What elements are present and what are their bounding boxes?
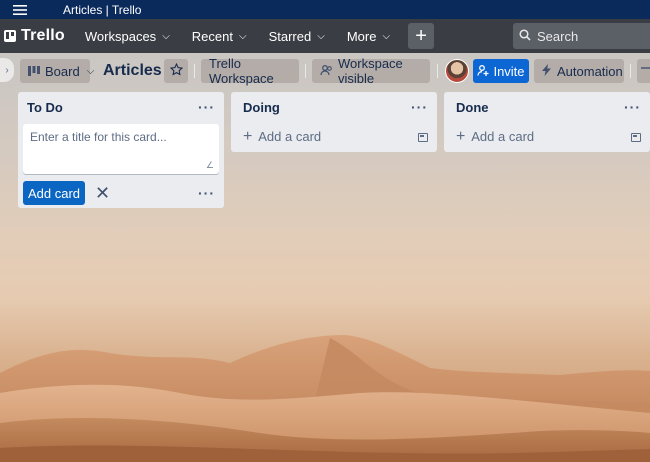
board-title[interactable]: Articles [103, 62, 162, 80]
chevron-down-icon: ⌵ [238, 30, 247, 42]
list-header[interactable]: Done ··· [444, 92, 650, 122]
hamburger-menu-icon[interactable] [0, 4, 40, 15]
chevron-down-icon: ⌵ [382, 30, 391, 42]
list-menu-icon[interactable]: ··· [624, 100, 641, 114]
chevron-down-icon: ⌵ [162, 30, 170, 42]
member-avatar[interactable] [445, 59, 469, 83]
add-card-label: Add a card [471, 129, 535, 144]
search-input[interactable]: Search [513, 23, 650, 49]
add-card-label: Add card [27, 185, 81, 201]
list-title[interactable]: Done [456, 100, 489, 115]
invite-label: Invite [493, 63, 525, 79]
composer-more-icon[interactable]: ··· [198, 186, 215, 200]
automation-button[interactable]: Automation [534, 59, 624, 83]
add-card-row[interactable]: + Add a card [231, 122, 437, 152]
divider [305, 64, 306, 78]
star-icon [169, 62, 183, 79]
card-title-placeholder: Enter a title for this card... [30, 130, 167, 144]
card-title-input[interactable]: Enter a title for this card... ∠ [23, 124, 219, 174]
add-card-button[interactable]: Add card [23, 181, 85, 205]
search-icon [519, 28, 531, 44]
create-button[interactable]: + [408, 23, 435, 49]
sidebar-expand-button[interactable]: › [0, 58, 14, 82]
invite-button[interactable]: Invite [473, 59, 529, 83]
divider [194, 64, 195, 78]
resize-handle-icon[interactable]: ∠ [206, 160, 214, 171]
filter-button[interactable] [637, 59, 650, 83]
trello-logo[interactable]: Trello [4, 27, 65, 45]
list-done: Done ··· + Add a card [444, 92, 650, 152]
composer-controls: Add card ✕ ··· [18, 174, 224, 212]
list-title[interactable]: To Do [27, 100, 63, 115]
list-doing: Doing ··· + Add a card [231, 92, 437, 152]
search-placeholder: Search [537, 28, 579, 44]
nav-starred-label: Starred [268, 28, 312, 44]
plus-icon: + [456, 128, 466, 145]
app-header: Trello Workspaces ⌵ Recent ⌵ Starred ⌵ M… [0, 19, 650, 53]
board-view-switcher[interactable]: Board ⌵ [20, 59, 94, 83]
nav-workspaces-button[interactable]: Workspaces ⌵ [77, 22, 178, 50]
nav-starred-button[interactable]: Starred ⌵ [261, 22, 333, 50]
board-view-label: Board [45, 63, 80, 79]
logo-text: Trello [21, 27, 65, 44]
list-to-do: To Do ··· Enter a title for this card...… [18, 92, 224, 208]
card-template-icon[interactable] [418, 132, 428, 142]
add-person-icon [477, 64, 489, 79]
nav-workspaces-label: Workspaces [84, 28, 157, 44]
board-view-icon [28, 64, 40, 79]
add-card-label: Add a card [258, 129, 322, 144]
workspace-label: Trello Workspace [209, 56, 274, 86]
list-title[interactable]: Doing [243, 100, 280, 115]
list-header[interactable]: Doing ··· [231, 92, 437, 122]
board-header: › Board ⌵ Articles Trello Workspace Work… [0, 53, 650, 89]
visibility-button[interactable]: Workspace visible [312, 56, 430, 86]
filter-icon [641, 64, 650, 79]
divider [437, 64, 438, 78]
nav-recent-button[interactable]: Recent ⌵ [184, 22, 255, 50]
list-menu-icon[interactable]: ··· [198, 100, 215, 114]
nav-recent-label: Recent [191, 28, 233, 44]
close-icon[interactable]: ✕ [95, 183, 110, 204]
list-menu-icon[interactable]: ··· [411, 100, 428, 114]
workspace-button[interactable]: Trello Workspace [201, 56, 299, 86]
people-icon [320, 64, 333, 79]
chevron-down-icon: ⌵ [317, 30, 325, 42]
card-template-icon[interactable] [631, 132, 641, 142]
star-board-button[interactable] [164, 59, 188, 83]
window-title-bar: Articles | Trello [0, 0, 650, 19]
plus-icon: + [243, 128, 253, 145]
add-card-row[interactable]: + Add a card [444, 122, 650, 152]
plus-icon: + [415, 24, 427, 47]
chevron-right-icon: › [5, 64, 9, 76]
lightning-icon [542, 63, 551, 79]
trello-logo-icon [4, 30, 16, 42]
list-header[interactable]: To Do ··· [18, 92, 224, 122]
window-title: Articles | Trello [63, 2, 142, 17]
nav-more-button[interactable]: More ⌵ [339, 22, 398, 50]
automation-label: Automation [557, 63, 623, 79]
visibility-label: Workspace visible [338, 56, 403, 86]
divider [630, 64, 631, 78]
nav-more-label: More [346, 28, 377, 44]
chevron-down-icon: ⌵ [86, 65, 95, 77]
